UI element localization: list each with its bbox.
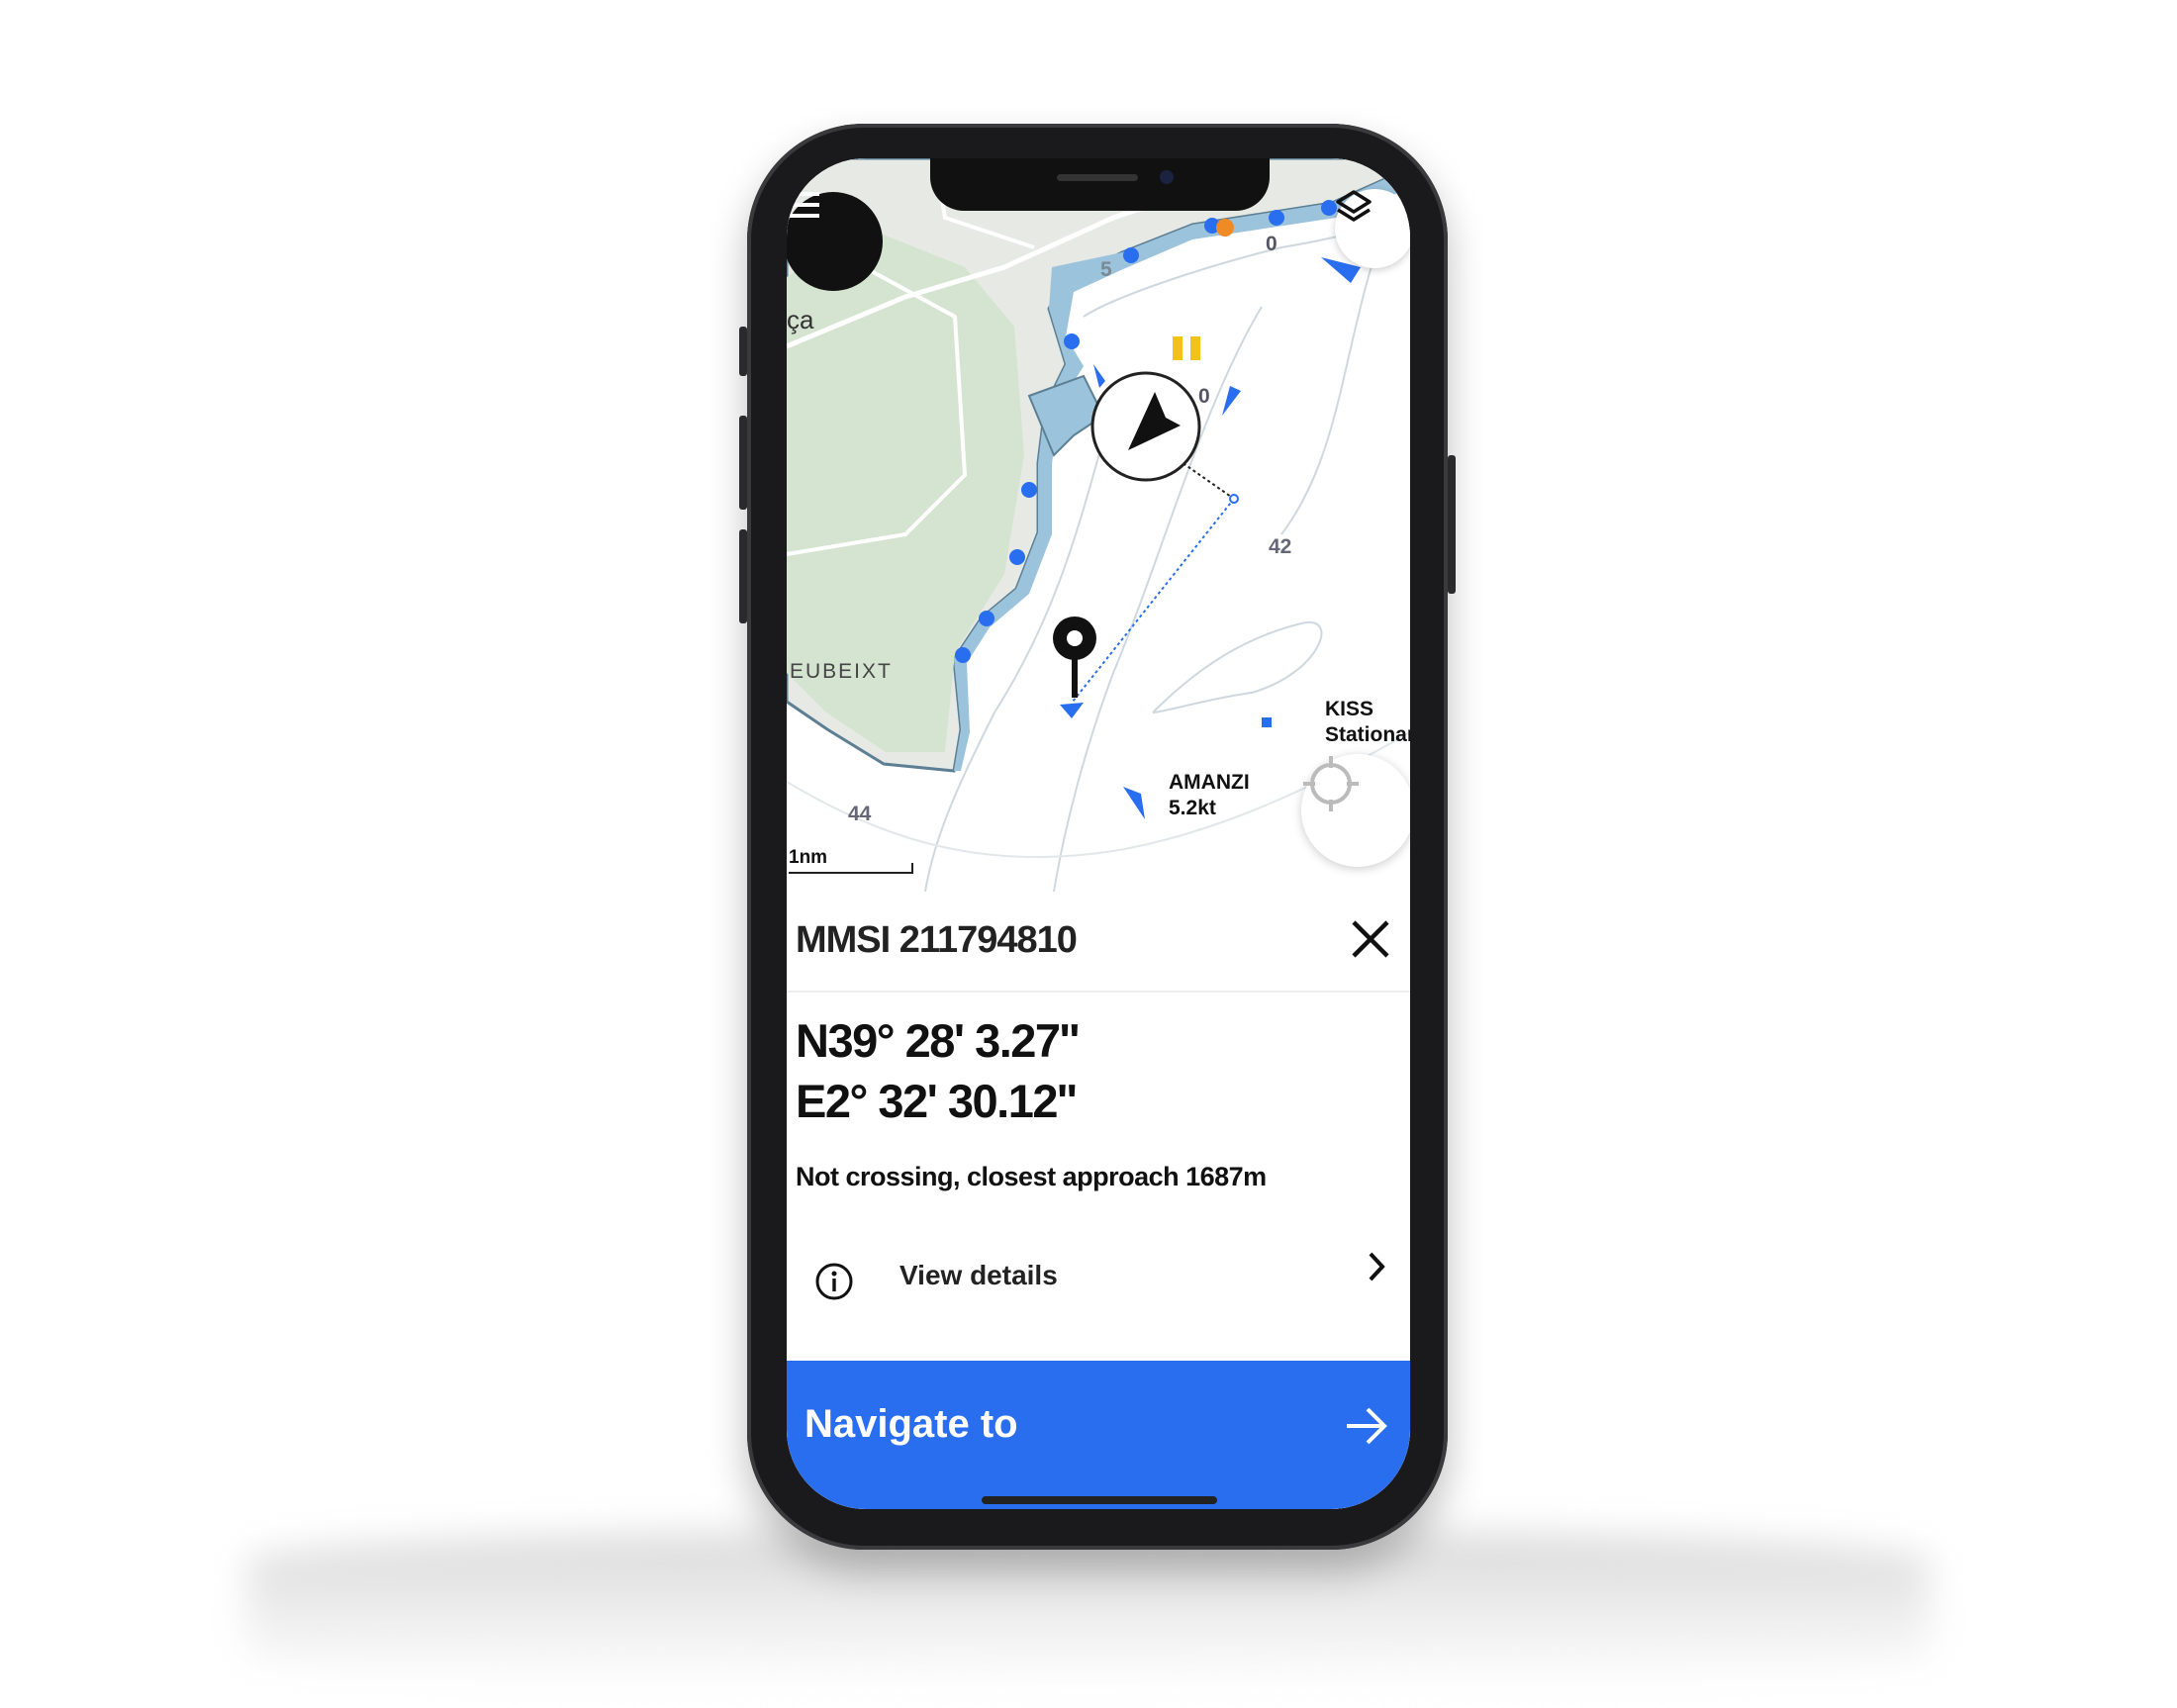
scale-label: 1nm: [789, 847, 828, 868]
vessel-info-panel: MMSI 211794810 N39° 28' 3.27'' E2° 32' 3…: [787, 892, 1410, 1509]
depth-label: 5: [1100, 258, 1112, 281]
target-pin-icon: [1053, 617, 1096, 698]
close-icon[interactable]: [1346, 914, 1395, 964]
layers-icon: [1336, 190, 1372, 222]
view-details-row[interactable]: View details: [787, 1228, 1410, 1332]
route-line: [1072, 498, 1235, 703]
latitude: N39° 28' 3.27'': [796, 1014, 1080, 1067]
layers-button[interactable]: [1335, 189, 1410, 268]
place-label: ça: [787, 305, 814, 334]
chart-map[interactable]: ça EUBEIXT 5 0 0 42 44 1nm KISS Stationa…: [787, 158, 1410, 892]
info-icon: [815, 1263, 853, 1300]
vessel-label-kiss[interactable]: KISS Stationar: [1325, 697, 1410, 748]
home-indicator[interactable]: [982, 1496, 1217, 1504]
panel-title: MMSI 211794810: [796, 919, 1078, 961]
power-button: [1448, 455, 1456, 594]
depth-contour: [1152, 620, 1323, 713]
vessel-amanzi-icon: [1123, 787, 1145, 819]
place-label: EUBEIXT: [790, 660, 893, 683]
crossing-status: Not crossing, closest approach 1687m: [796, 1162, 1267, 1191]
vessel-target-icon: [1060, 703, 1084, 718]
arrow-right-icon: [1347, 1407, 1387, 1445]
orange-buoy: [1216, 219, 1234, 237]
vessel-icon: [1093, 364, 1105, 388]
depth-label: 0: [1266, 233, 1278, 255]
waypoint: [1229, 494, 1239, 504]
notch: [930, 158, 1270, 211]
vessel-detail: Stationar: [1325, 723, 1410, 746]
volume-up-button: [739, 416, 747, 510]
vessel-name: AMANZI: [1169, 771, 1250, 794]
crosshair-icon: [1303, 756, 1359, 811]
navigate-label: Navigate to: [805, 1402, 1018, 1446]
vessel-detail: 5.2kt: [1169, 797, 1216, 819]
menu-button[interactable]: [787, 192, 883, 291]
hamburger-icon: [787, 192, 819, 218]
navigate-to-button[interactable]: Navigate to: [787, 1361, 1410, 1509]
chevron-right-icon: [1369, 1252, 1385, 1281]
volume-down-button: [739, 529, 747, 623]
own-ship-icon: [1090, 371, 1201, 482]
panel-header: MMSI 211794810: [787, 892, 1410, 993]
longitude: E2° 32' 30.12'': [796, 1075, 1078, 1127]
depth-label: 42: [1269, 535, 1292, 558]
depth-label: 44: [848, 803, 872, 825]
vessel-name: KISS: [1325, 698, 1374, 720]
speaker: [1057, 174, 1138, 181]
view-details-label: View details: [899, 1260, 1058, 1290]
vessel-icon: [1222, 386, 1241, 416]
camera: [1160, 170, 1174, 184]
depth-label: 0: [1198, 385, 1210, 408]
mute-switch: [739, 327, 747, 376]
yellow-buoys: [1173, 336, 1200, 360]
floor-shadow: [247, 1529, 1930, 1687]
locate-button[interactable]: [1301, 754, 1410, 867]
vessel-label-amanzi[interactable]: AMANZI 5.2kt: [1169, 770, 1250, 821]
depth-contour: [1280, 237, 1381, 535]
app-screen: ça EUBEIXT 5 0 0 42 44 1nm KISS Stationa…: [787, 158, 1410, 1509]
